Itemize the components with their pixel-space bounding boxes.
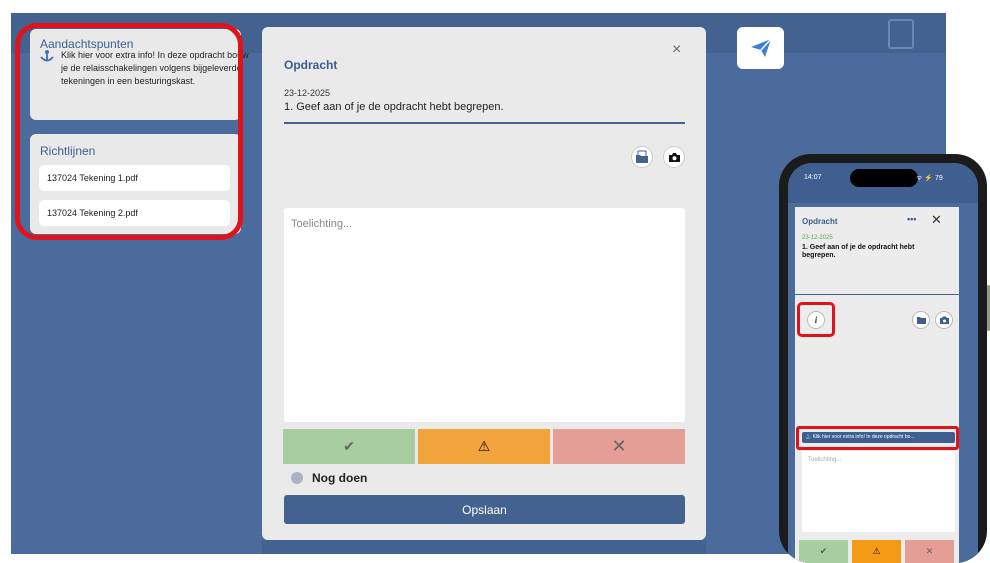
folder-document-icon: [636, 150, 648, 163]
document-chart-icon[interactable]: [888, 19, 914, 49]
approve-button[interactable]: ✔: [283, 429, 415, 464]
reject-button[interactable]: ✕: [553, 429, 685, 464]
phone-status-bar: 14:07 ᯤ ⚡ 79: [788, 163, 978, 203]
phone-question: 1. Geef aan of je de opdracht hebt begre…: [802, 244, 915, 259]
warning-icon: ⚠: [477, 438, 491, 454]
phone-comment-textarea[interactable]: Toelichting...: [802, 451, 955, 532]
phone-date: 23-12-2025: [802, 235, 833, 241]
check-icon: ✔: [343, 438, 355, 454]
divider: [284, 122, 685, 124]
more-icon[interactable]: •••: [907, 214, 916, 224]
status-label: Nog doen: [312, 471, 368, 485]
close-icon[interactable]: ×: [672, 41, 681, 59]
divider: [795, 294, 959, 295]
save-button[interactable]: Opslaan: [284, 495, 685, 524]
folder-icon: [916, 317, 926, 324]
check-icon: ✔: [819, 546, 828, 556]
send-button[interactable]: [737, 27, 784, 69]
modal-date: 23-12-2025: [284, 88, 331, 98]
approve-button[interactable]: ✔: [799, 540, 848, 563]
opdracht-modal: Opdracht × 23-12-2025 1. Geef aan of je …: [262, 27, 706, 540]
phone-modal: Opdracht ••• ✕ 23-12-2025 1. Geef aan of…: [795, 207, 959, 563]
phone-mockup: 14:07 ᯤ ⚡ 79 Opdracht ••• ✕ 23-12-2025 1…: [779, 154, 987, 563]
close-icon[interactable]: ✕: [931, 212, 942, 228]
folder-button[interactable]: [912, 311, 930, 329]
warning-icon: ⚠: [872, 546, 881, 556]
x-icon: ✕: [925, 546, 934, 556]
highlight-banner: [796, 426, 959, 450]
signal-battery-icons: ᯤ ⚡ 79: [916, 175, 943, 182]
warning-button[interactable]: ⚠: [852, 540, 901, 563]
highlight-sidebar: [15, 23, 243, 240]
camera-button[interactable]: [663, 146, 685, 168]
modal-title: Opdracht: [284, 58, 338, 72]
x-icon: ✕: [611, 436, 627, 456]
dynamic-island: [850, 169, 918, 187]
phone-modal-title: Opdracht: [802, 217, 838, 226]
reject-button[interactable]: ✕: [905, 540, 954, 563]
folder-button[interactable]: [631, 146, 653, 168]
modal-bottom-strip: [262, 540, 706, 554]
status-dot: [291, 472, 303, 484]
camera-icon: [939, 316, 949, 324]
camera-icon: [668, 152, 680, 162]
modal-question: 1. Geef aan of je de opdracht hebt begre…: [284, 101, 504, 113]
comment-textarea[interactable]: Toelichting...: [284, 208, 685, 422]
camera-button[interactable]: [935, 311, 953, 329]
highlight-info: [797, 302, 835, 337]
warning-button[interactable]: ⚠: [418, 429, 550, 464]
phone-screen: 14:07 ᯤ ⚡ 79 Opdracht ••• ✕ 23-12-2025 1…: [788, 163, 978, 563]
phone-time: 14:07: [804, 174, 822, 181]
paper-plane-icon: [750, 38, 772, 57]
